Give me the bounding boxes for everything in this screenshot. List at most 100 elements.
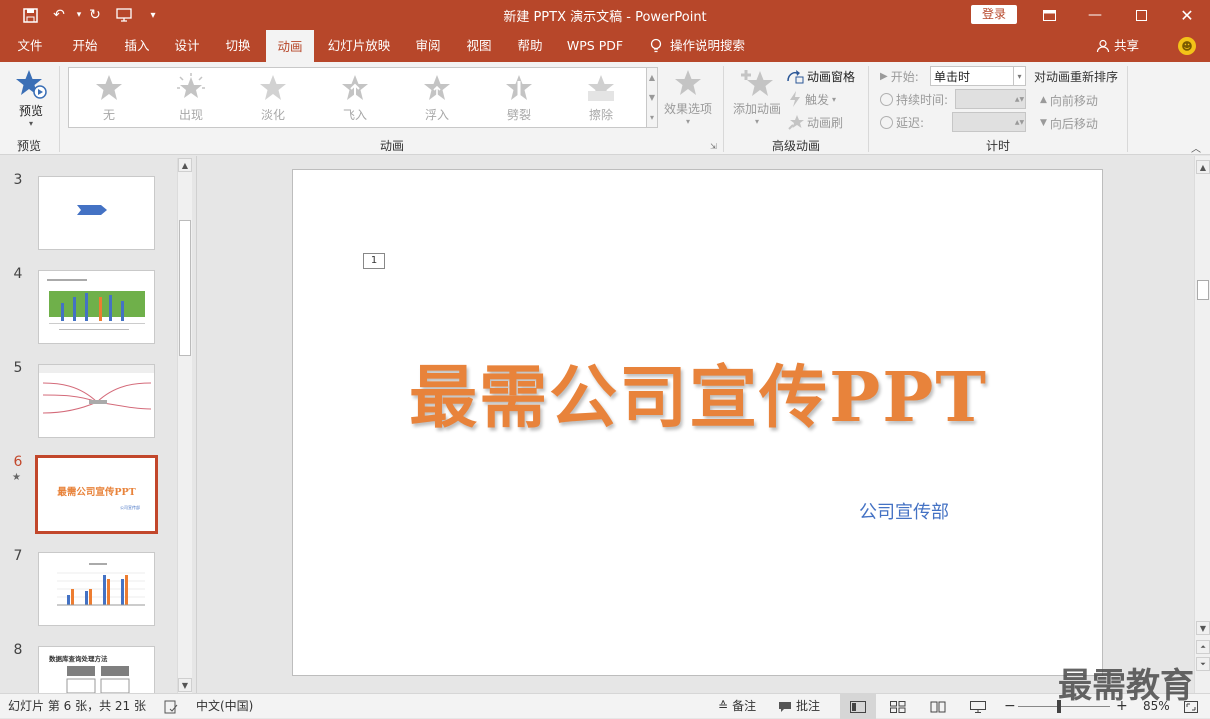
slide-sorter-icon[interactable] (890, 694, 906, 719)
save-icon[interactable] (19, 4, 41, 26)
customize-toolbar-icon[interactable]: ▾ (142, 4, 164, 26)
slide-subtitle[interactable]: 公司宣传部 (859, 498, 949, 524)
slide-canvas[interactable]: 1 最需公司宣传PPT 公司宣传部 (292, 169, 1103, 676)
effect-options-button[interactable]: 效果选项 ▾ (662, 68, 714, 126)
language-indicator[interactable]: 中文(中国) (196, 694, 253, 719)
scroll-down-icon[interactable]: ▼ (178, 678, 192, 692)
trigger-button[interactable]: 触发 ▾ (788, 89, 836, 109)
play-icon: ▶ (880, 70, 888, 82)
scroll-up-icon[interactable]: ▲ (178, 158, 192, 172)
effect-fade[interactable]: 淡化 (233, 68, 313, 127)
redo-icon[interactable]: ↻ (84, 4, 106, 26)
tab-slideshow[interactable]: 幻灯片放映 (322, 30, 396, 62)
move-later-button[interactable]: ▼ 向后移动 (1040, 113, 1098, 133)
move-earlier-button[interactable]: ▲ 向前移动 (1040, 90, 1098, 110)
editor-scroll-thumb[interactable] (1197, 280, 1209, 300)
tab-wps-pdf[interactable]: WPS PDF (561, 30, 629, 62)
slide-thumbnail-7[interactable] (38, 552, 155, 626)
gallery-down-icon[interactable]: ▼ (649, 93, 655, 102)
group-label-animation: 动画 (379, 139, 404, 153)
tab-file[interactable]: 文件 (6, 30, 54, 62)
animation-pane-button[interactable]: 动画窗格 (786, 66, 855, 86)
tab-view[interactable]: 视图 (456, 30, 502, 62)
effect-float-in[interactable]: 浮入 (397, 68, 477, 127)
comments-label: 批注 (796, 699, 821, 713)
effect-fly-in[interactable]: 飞入 (315, 68, 395, 127)
dialog-launcher-icon[interactable]: ⇲ (710, 142, 717, 151)
maximize-icon[interactable] (1118, 0, 1164, 30)
previous-slide-icon[interactable]: ⏶ (1196, 640, 1210, 654)
tell-me-search[interactable]: 操作说明搜索 (650, 30, 745, 62)
group-label-preview: 预览 (16, 139, 41, 153)
add-animation-button[interactable]: 添加动画 ▾ (730, 68, 784, 126)
slide-thumbnail-8[interactable]: 数据库查询处理方法 (38, 646, 155, 693)
slideshow-start-icon[interactable] (113, 4, 135, 26)
notes-button[interactable]: ≙ 备注 (718, 694, 756, 719)
share-button[interactable]: 共享 (1096, 30, 1139, 62)
tab-transitions[interactable]: 切换 (215, 30, 261, 62)
star-wipe-icon (588, 74, 614, 101)
zoom-out-icon[interactable]: − (1004, 694, 1016, 719)
tab-design[interactable]: 设计 (164, 30, 210, 62)
thumb7-bar-chart (57, 563, 145, 606)
add-animation-dropdown-icon: ▾ (754, 117, 759, 126)
gallery-more-icon[interactable]: ▾ (650, 113, 654, 122)
slide-thumbnail-4[interactable] (38, 270, 155, 344)
duration-input[interactable]: ▲▼ (955, 89, 1026, 109)
undo-icon[interactable]: ↶ (48, 4, 70, 26)
tab-home[interactable]: 开始 (62, 30, 108, 62)
animation-gallery: 无 出现 淡化 飞入 浮入 劈裂 擦除 (68, 67, 648, 128)
menu-bar: 文件 开始 插入 设计 切换 动画 幻灯片放映 审阅 视图 帮助 WPS PDF… (0, 30, 1210, 62)
editor-scroll-down-icon[interactable]: ▼ (1196, 621, 1210, 635)
tab-review[interactable]: 审阅 (405, 30, 451, 62)
effect-wipe[interactable]: 擦除 (561, 68, 641, 127)
collapse-ribbon-icon[interactable]: ︿ (1191, 140, 1201, 155)
slide-thumbnail-3[interactable] (38, 176, 155, 250)
gallery-scrollbar[interactable]: ▲ ▼ ▾ (646, 67, 658, 128)
login-button[interactable]: 登录 (971, 5, 1017, 24)
editor-scrollbar[interactable]: ▲ ▼ ⏶ ⏷ (1194, 156, 1210, 693)
next-slide-icon[interactable]: ⏷ (1196, 657, 1210, 671)
normal-view-icon[interactable] (840, 694, 876, 719)
effect-split-label: 劈裂 (506, 107, 531, 122)
delay-input[interactable]: ▲▼ (952, 112, 1026, 132)
start-select[interactable]: 单击时 ▾ (930, 66, 1026, 86)
effect-none[interactable]: 无 (69, 68, 149, 127)
spellcheck-icon[interactable] (164, 694, 178, 719)
preview-dropdown-icon: ▾ (28, 119, 33, 128)
comments-button[interactable]: 批注 (778, 694, 820, 719)
scroll-thumb[interactable] (179, 220, 191, 356)
minimize-icon[interactable]: — (1072, 0, 1118, 30)
tab-animations[interactable]: 动画 (266, 30, 314, 62)
triangle-up-icon: ▲ (1040, 95, 1047, 105)
thumbnail-scrollbar[interactable]: ▲ ▼ (177, 158, 192, 693)
ribbon-display-icon[interactable] (1026, 0, 1072, 30)
effect-split[interactable]: 劈裂 (479, 68, 559, 127)
start-dropdown-icon[interactable]: ▾ (1013, 67, 1025, 85)
gallery-up-icon[interactable]: ▲ (649, 73, 655, 82)
animation-order-tag[interactable]: 1 (363, 253, 385, 269)
delay-spinner[interactable]: ▲▼ (1014, 113, 1025, 131)
reading-view-icon[interactable] (930, 694, 946, 719)
tab-help[interactable]: 帮助 (507, 30, 553, 62)
close-icon[interactable]: ✕ (1164, 0, 1210, 30)
effect-none-label: 无 (102, 107, 115, 122)
title-bar: ↶ ▾ ↻ ▾ 新建 PPTX 演示文稿 - PowerPoint 登录 — ✕ (0, 0, 1210, 30)
delay-clock-icon (880, 115, 893, 129)
duration-spinner[interactable]: ▲▼ (1014, 90, 1025, 108)
effect-wipe-label: 擦除 (588, 107, 613, 122)
slideshow-view-icon[interactable] (970, 694, 986, 719)
animation-painter-button[interactable]: 动画刷 (788, 112, 843, 132)
tab-insert[interactable]: 插入 (114, 30, 160, 62)
group-label-advanced: 高级动画 (771, 139, 820, 153)
star-fade-icon (260, 74, 286, 100)
slide-thumbnail-5[interactable] (38, 364, 155, 438)
slide-thumbnail-6[interactable]: 最需公司宣传PPT 公司宣传部 (35, 455, 158, 534)
preview-button[interactable]: 预览 ▾ (10, 68, 52, 130)
slide-title[interactable]: 最需公司宣传PPT (293, 342, 1104, 441)
slide-number: 4 (13, 266, 23, 282)
feedback-smiley-icon[interactable]: ☻ (1178, 37, 1196, 55)
editor-scroll-up-icon[interactable]: ▲ (1196, 160, 1210, 174)
animation-pane-label: 动画窗格 (807, 69, 856, 84)
effect-appear[interactable]: 出现 (151, 68, 231, 127)
